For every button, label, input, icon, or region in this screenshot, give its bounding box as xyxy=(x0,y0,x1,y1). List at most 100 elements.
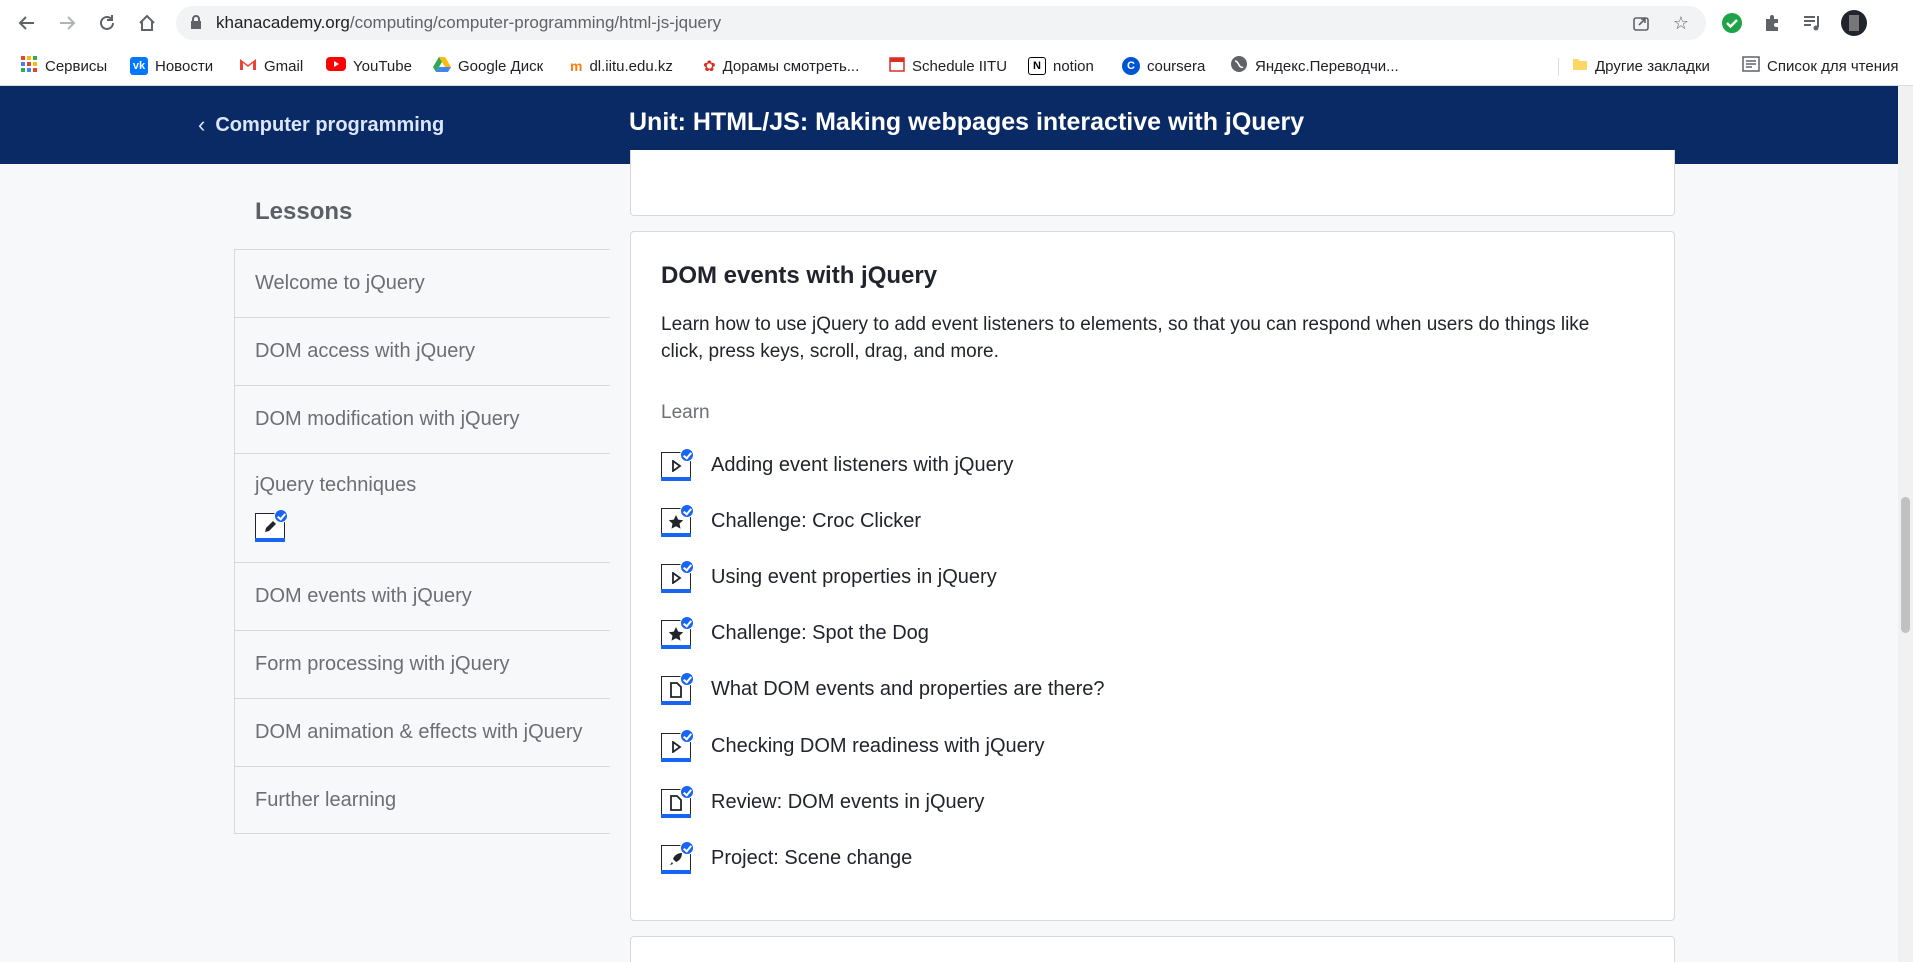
bookmark-dl-iitu[interactable]: m dl.iitu.edu.kz xyxy=(570,55,673,77)
avatar[interactable] xyxy=(1840,9,1868,37)
checkmark-icon xyxy=(680,729,694,743)
bookmark-schedule-iitu[interactable]: Schedule IITU xyxy=(889,55,1007,77)
bookmark-servisy[interactable]: Сервисы xyxy=(20,55,107,77)
bookmarks-divider xyxy=(1558,58,1559,76)
chevron-left-icon: ‹ xyxy=(198,112,206,137)
checkmark-icon xyxy=(274,509,288,523)
url-text[interactable]: khanacademy.org/computing/computer-progr… xyxy=(216,13,721,33)
puzzle-extensions-icon[interactable] xyxy=(1760,11,1784,35)
back-to-course-link[interactable]: ‹ Computer programming xyxy=(198,112,444,138)
sidebar-item-jquery-techniques[interactable]: jQuery techniques xyxy=(235,453,610,562)
sidebar-item-label: DOM modification with jQuery xyxy=(255,408,520,430)
lesson-list: Welcome to jQuery DOM access with jQuery… xyxy=(234,249,610,834)
bookmark-notion[interactable]: N notion xyxy=(1028,55,1094,77)
youtube-icon xyxy=(326,57,346,75)
checkmark-icon xyxy=(680,560,694,574)
sidebar-item-dom-events[interactable]: DOM events with jQuery xyxy=(235,562,610,630)
bookmark-doramy[interactable]: ✿ Дорамы смотреть... xyxy=(703,55,859,77)
bookmark-label: Google Диск xyxy=(458,57,544,75)
share-icon[interactable] xyxy=(1630,12,1652,34)
pencil-icon xyxy=(255,509,288,543)
sidebar-item-dom-modification[interactable]: DOM modification with jQuery xyxy=(235,385,610,453)
video-play-icon xyxy=(661,560,694,594)
bookmark-label: Яндекс.Переводчи... xyxy=(1255,57,1399,75)
bookmark-label: Дорамы смотреть... xyxy=(722,57,860,75)
sidebar-item-dom-animation[interactable]: DOM animation & effects with jQuery xyxy=(235,698,610,766)
bookmark-label: Schedule IITU xyxy=(912,57,1008,75)
lesson-description: Learn how to use jQuery to add event lis… xyxy=(661,314,1590,362)
content-item-label: Adding event listeners with jQuery xyxy=(711,453,1014,476)
sidebar-item-further-learning[interactable]: Further learning xyxy=(235,766,610,834)
bookmark-label: Другие закладки xyxy=(1595,57,1710,75)
globe-icon xyxy=(1230,55,1248,77)
sidebar-item-welcome[interactable]: Welcome to jQuery xyxy=(235,249,610,317)
bookmark-label: coursera xyxy=(1147,57,1206,75)
content-item[interactable]: Checking DOM readiness with jQuery xyxy=(661,726,1044,766)
notion-icon: N xyxy=(1028,57,1046,75)
content-item[interactable]: Challenge: Spot the Dog xyxy=(661,613,929,653)
bookmark-yandex-translate[interactable]: Яндекс.Переводчи... xyxy=(1230,55,1399,77)
sidebar-item-form-processing[interactable]: Form processing with jQuery xyxy=(235,630,610,698)
checkmark-icon xyxy=(680,841,694,855)
address-bar[interactable]: khanacademy.org/computing/computer-progr… xyxy=(176,6,1706,40)
page-title: Unit: HTML/JS: Making webpages interacti… xyxy=(629,108,1305,136)
reading-list[interactable]: Список для чтения xyxy=(1742,55,1899,77)
next-lesson-card xyxy=(630,936,1675,962)
content-item-label: Project: Scene change xyxy=(711,846,913,869)
dorama-icon: ✿ xyxy=(703,58,716,75)
reload-icon[interactable] xyxy=(92,8,122,38)
folder-icon xyxy=(1572,56,1588,76)
media-controls-icon[interactable] xyxy=(1800,11,1824,35)
checkmark-icon xyxy=(680,672,694,686)
content-item[interactable]: Using event properties in jQuery xyxy=(661,557,997,597)
bookmark-novosti[interactable]: vk Новости xyxy=(130,55,213,77)
back-arrow-icon[interactable] xyxy=(12,8,42,38)
lock-icon[interactable] xyxy=(190,15,204,31)
video-play-icon xyxy=(661,729,694,763)
lesson-title: DOM events with jQuery xyxy=(661,262,938,289)
bookmark-label: Сервисы xyxy=(45,57,108,75)
challenge-star-icon xyxy=(661,616,694,650)
content-item-label: Review: DOM events in jQuery xyxy=(711,790,985,813)
sidebar-item-label: Form processing with jQuery xyxy=(255,653,510,675)
calendar-icon xyxy=(889,56,905,76)
coursera-icon: C xyxy=(1122,57,1140,75)
bookmark-other-folder[interactable]: Другие закладки xyxy=(1572,55,1710,77)
home-icon[interactable] xyxy=(132,8,162,38)
checkmark-icon xyxy=(680,448,694,462)
bookmark-coursera[interactable]: C coursera xyxy=(1122,55,1205,77)
article-icon xyxy=(661,672,694,706)
scrollbar-thumb[interactable] xyxy=(1901,497,1910,633)
content-item[interactable]: Challenge: Croc Clicker xyxy=(661,501,921,541)
sidebar-item-label: Welcome to jQuery xyxy=(255,272,425,294)
bookmark-google-drive[interactable]: Google Диск xyxy=(433,55,543,77)
check-extension-icon[interactable] xyxy=(1720,11,1744,35)
bookmark-youtube[interactable]: YouTube xyxy=(326,55,412,77)
bookmark-label: Новости xyxy=(155,57,214,75)
content-item-label: Checking DOM readiness with jQuery xyxy=(711,734,1045,757)
sidebar-item-dom-access[interactable]: DOM access with jQuery xyxy=(235,317,610,385)
apps-grid-icon xyxy=(20,55,38,77)
content-item[interactable]: Project: Scene change xyxy=(661,838,912,878)
google-drive-icon xyxy=(433,56,451,76)
previous-lesson-card xyxy=(630,150,1675,216)
checkmark-icon xyxy=(680,616,694,630)
content-item[interactable]: What DOM events and properties are there… xyxy=(661,669,1105,709)
content-item[interactable]: Adding event listeners with jQuery xyxy=(661,445,1013,485)
bookmarks-bar: Сервисы vk Новости Gmail YouTube Google … xyxy=(0,46,1913,86)
sidebar-title: Lessons xyxy=(255,198,353,225)
gmail-icon xyxy=(239,57,257,75)
article-icon xyxy=(661,785,694,819)
back-link-label: Computer programming xyxy=(215,113,445,136)
content-item[interactable]: Review: DOM events in jQuery xyxy=(661,782,984,822)
checkmark-icon xyxy=(680,504,694,518)
bookmark-label: dl.iitu.edu.kz xyxy=(589,57,673,75)
browser-toolbar: khanacademy.org/computing/computer-progr… xyxy=(0,0,1913,46)
bookmark-star-icon[interactable]: ☆ xyxy=(1670,12,1692,34)
reading-list-icon xyxy=(1742,56,1760,76)
bookmark-gmail[interactable]: Gmail xyxy=(239,55,303,77)
url-path: /computing/computer-programming/html-js-… xyxy=(349,13,722,32)
bookmark-label: Gmail xyxy=(264,57,304,75)
challenge-star-icon xyxy=(661,504,694,538)
forward-arrow-icon[interactable] xyxy=(52,8,82,38)
